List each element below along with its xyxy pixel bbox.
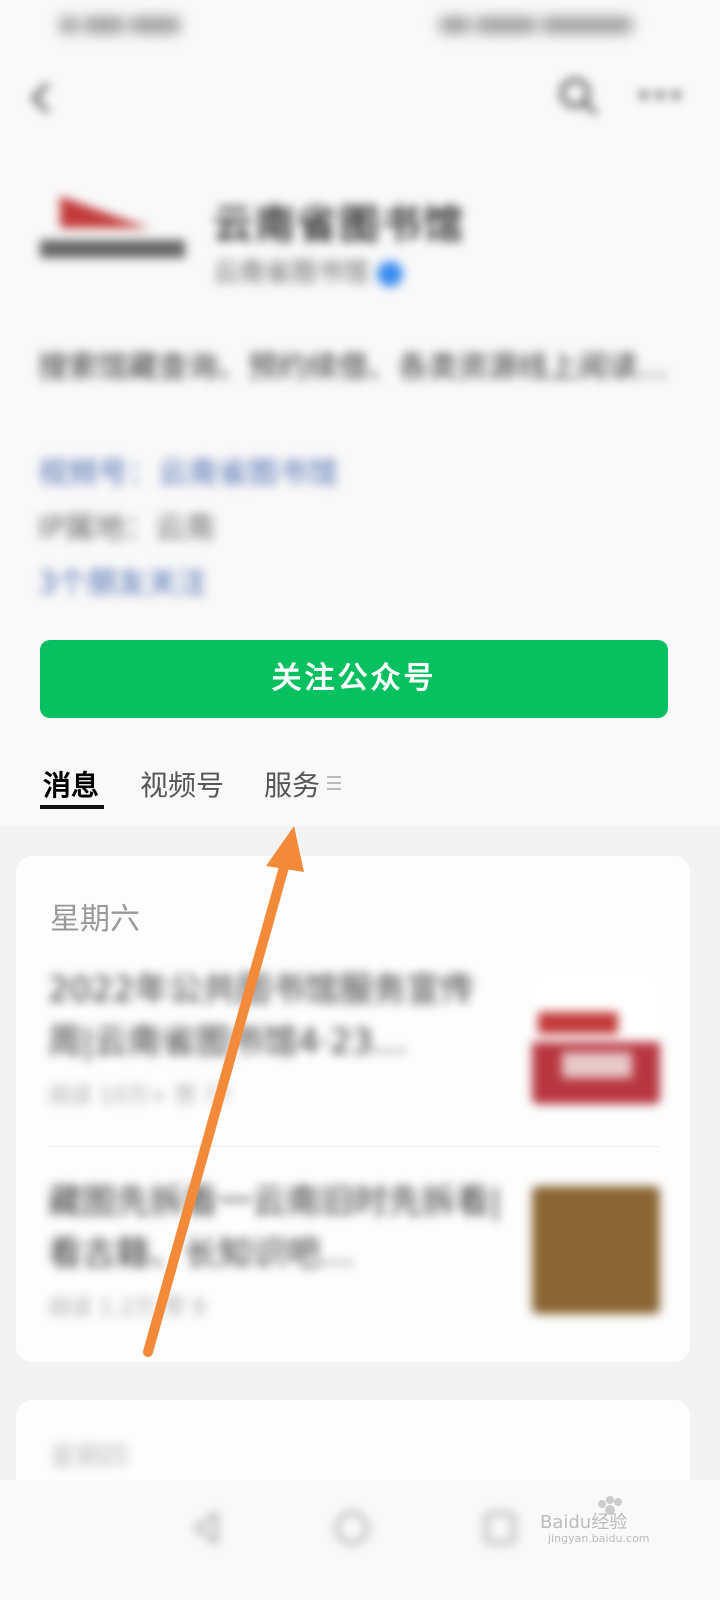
orange-arrow — [143, 826, 304, 1357]
